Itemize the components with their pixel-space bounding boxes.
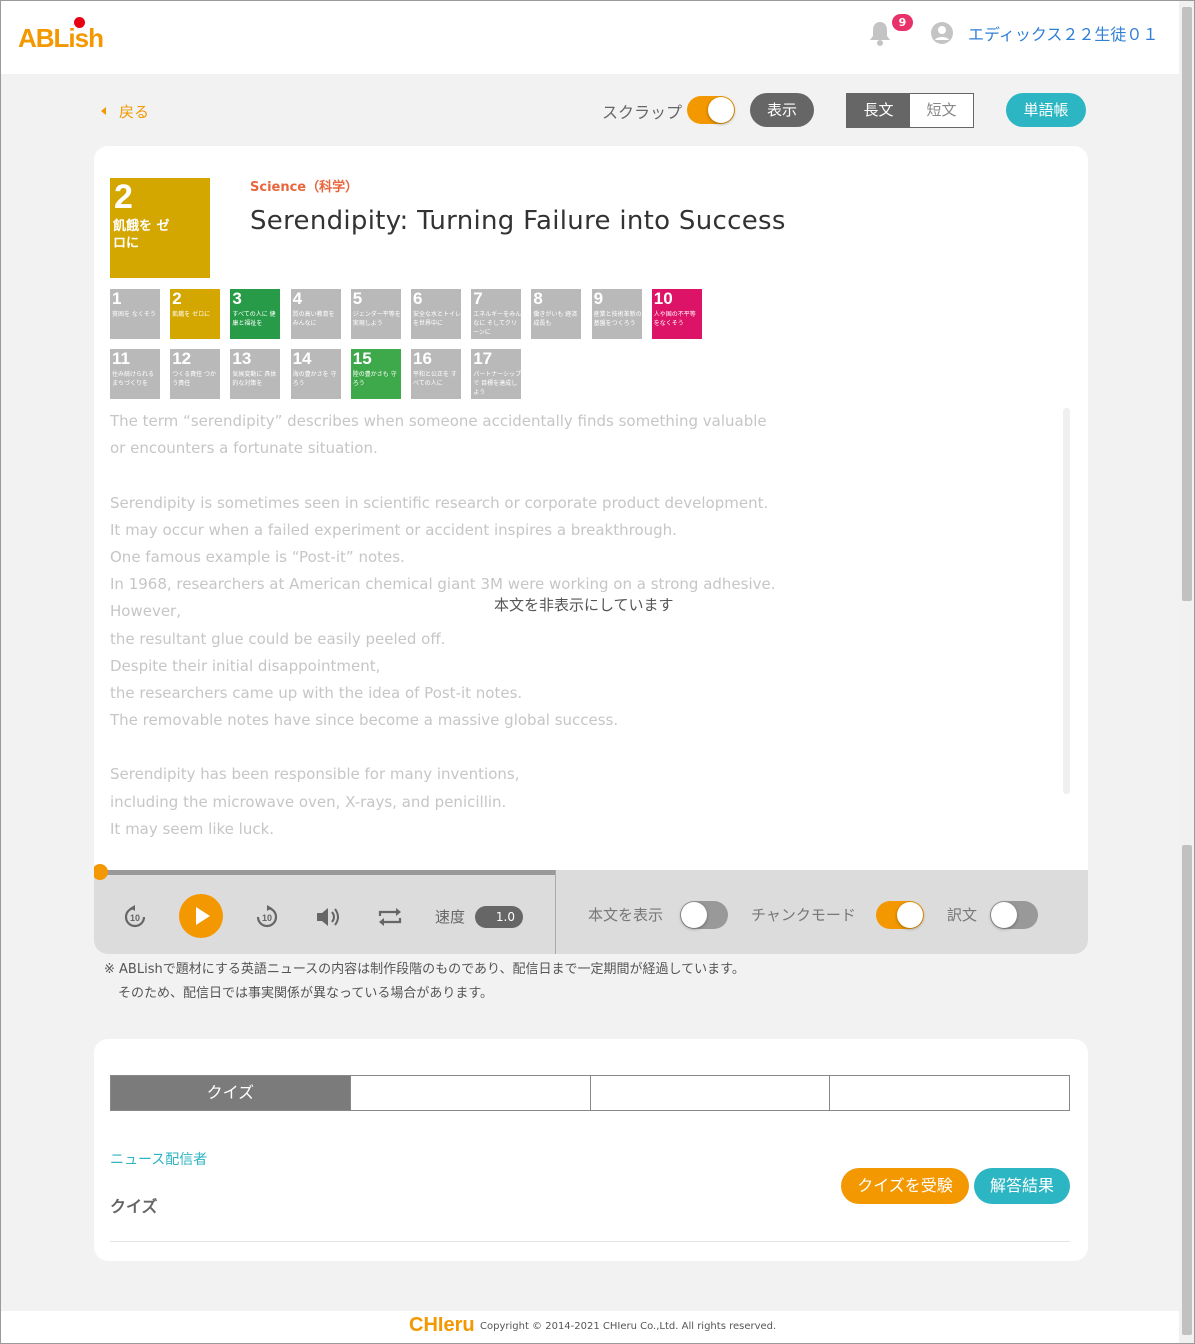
- divider: [110, 1241, 1070, 1242]
- page-scrollbar[interactable]: [1179, 1, 1194, 1343]
- long-text-tab[interactable]: 長文: [847, 94, 910, 127]
- article-scrollbar[interactable]: [1063, 408, 1070, 794]
- chieru-logo: CHIeru: [409, 1314, 475, 1336]
- tab-empty[interactable]: [830, 1076, 1069, 1110]
- sdg-tile-3: 3 すべての人に 健康と福祉を: [230, 289, 281, 339]
- notice-text: ※ ABLishで題材にする英語ニュースの内容は制作段階のものであり、配信日まで…: [104, 962, 745, 1001]
- body-line: the resultant glue could be easily peele…: [110, 629, 446, 648]
- header: ABLish 9 エディックス２２生徒０１: [1, 1, 1179, 74]
- speed-selector[interactable]: 1.0: [475, 906, 523, 928]
- tab-empty[interactable]: [351, 1076, 591, 1110]
- translation-label: 訳文: [947, 906, 978, 924]
- speed-label: 速度: [435, 908, 466, 926]
- body-line: [110, 734, 830, 761]
- svg-text:10: 10: [130, 913, 140, 923]
- sdg-tile-15: 15 陸の豊かさも 守ろう: [350, 349, 401, 399]
- ablish-logo[interactable]: ABLish: [18, 17, 104, 54]
- footer: CHIeru Copyright © 2014-2021 CHIeru Co.,…: [1, 1311, 1179, 1343]
- body-line: the researchers came up with the idea of…: [110, 683, 523, 702]
- user-name-link[interactable]: エディックス２２生徒０１: [968, 21, 1158, 45]
- repeat-icon[interactable]: [376, 904, 404, 930]
- audio-player: 10 10 速度 1.0 本文を表示 チャンクモード 訳文: [94, 864, 1088, 954]
- body-line: In 1968, researchers at American chemica…: [110, 575, 776, 594]
- sdg-main-icon: 2 飢餓を ゼロに: [110, 178, 210, 278]
- body-line: However,: [110, 602, 181, 621]
- show-text-toggle[interactable]: [680, 901, 728, 929]
- article-category: Science（科学）: [250, 180, 359, 195]
- vocab-button[interactable]: 単語帳: [1006, 93, 1086, 127]
- sdg-tile-14: 14 海の豊かさを 守ろう: [290, 349, 341, 399]
- body-line: It may seem like luck.: [110, 819, 275, 838]
- scrap-toggle[interactable]: [687, 96, 735, 124]
- quiz-heading: クイズ: [110, 1197, 158, 1216]
- quiz-card: クイズ ニュース配信者 クイズ クイズを受験 解答結果: [94, 1039, 1088, 1261]
- bell-icon[interactable]: [867, 19, 893, 47]
- sdg-tile-12: 12 つくる責任 つかう責任: [170, 349, 221, 399]
- show-text-label: 本文を表示: [588, 906, 664, 924]
- sdg-tile-17: 17 パートナーシップで 目標を達成しよう: [471, 349, 522, 399]
- body-line: The term “serendipity” describes when so…: [110, 412, 767, 430]
- svg-text:10: 10: [262, 913, 272, 923]
- news-publisher-link[interactable]: ニュース配信者: [110, 1149, 207, 1169]
- back-link[interactable]: 戻る: [101, 101, 149, 122]
- sdg-tile-10: 10 人や国の不平等 をなくそう: [651, 289, 702, 339]
- notification-badge: 9: [892, 14, 913, 31]
- scrollbar-thumb[interactable]: [1182, 845, 1192, 1335]
- article-title: Serendipity: Turning Failure into Succes…: [250, 206, 786, 236]
- translation-toggle[interactable]: [990, 901, 1038, 929]
- app-window: ABLish 9 エディックス２２生徒０１ 戻る スクラップ 表示 長文 短文 …: [0, 0, 1195, 1344]
- forward-10-icon[interactable]: 10: [254, 904, 280, 930]
- sdg-tile-8: 8 働きがいも 経済成長も: [531, 289, 582, 339]
- article-body: The term “serendipity” describes when so…: [110, 408, 830, 843]
- body-line: Despite their initial disappointment,: [110, 656, 381, 675]
- quiz-tabs: クイズ: [110, 1075, 1070, 1111]
- quiz-result-button[interactable]: 解答結果: [974, 1168, 1070, 1204]
- short-text-tab[interactable]: 短文: [910, 94, 973, 127]
- body-line: or encounters a fortunate situation.: [110, 439, 378, 458]
- sdg-tile-4: 4 質の高い教育を みんなに: [290, 289, 341, 339]
- volume-icon[interactable]: [314, 904, 342, 930]
- body-line: The removable notes have since become a …: [110, 711, 619, 730]
- body-line: Serendipity is sometimes seen in scienti…: [110, 493, 769, 512]
- logo-dot-icon: [74, 17, 85, 28]
- sdg-tile-13: 13 気候変動に 具体的な対策を: [230, 349, 281, 399]
- article-card: 2 飢餓を ゼロに Science（科学） Serendipity: Turni…: [94, 146, 1088, 954]
- body-line: [110, 462, 830, 489]
- body-line: One famous example is “Post-it” notes.: [110, 547, 405, 566]
- copyright-text: Copyright © 2014-2021 CHIeru Co.,Ltd. Al…: [480, 1321, 777, 1332]
- scrollbar-thumb[interactable]: [1182, 7, 1192, 601]
- play-icon: [196, 907, 210, 925]
- play-button[interactable]: [179, 894, 223, 938]
- sdg-tile-6: 6 安全な水とトイレ を世界中に: [411, 289, 461, 339]
- sdg-tile-11: 11 住み続けられる まちづくりを: [110, 349, 160, 399]
- body-line: Serendipity has been responsible for man…: [110, 765, 520, 784]
- sdg-tile-16: 16 平和と公正を すべての人に: [411, 349, 461, 399]
- tab-empty[interactable]: [591, 1076, 831, 1110]
- take-quiz-button[interactable]: クイズを受験: [841, 1168, 969, 1204]
- audio-progress-bar[interactable]: [94, 870, 556, 875]
- chunk-mode-label: チャンクモード: [751, 906, 856, 924]
- tab-quiz[interactable]: クイズ: [111, 1076, 351, 1110]
- text-length-switch: 長文 短文: [846, 93, 974, 128]
- player-divider: [555, 870, 556, 954]
- user-avatar-icon[interactable]: [930, 21, 954, 45]
- chunk-mode-toggle[interactable]: [876, 901, 924, 929]
- hidden-text-message: 本文を非表示にしています: [494, 596, 674, 614]
- body-line: It may occur when a failed experiment or…: [110, 520, 677, 539]
- body-line: including the microwave oven, X-rays, an…: [110, 792, 507, 811]
- show-button[interactable]: 表示: [750, 93, 814, 127]
- sdg-tile-1: 1 貧困を なくそう: [110, 289, 160, 339]
- sdg-tile-9: 9 産業と技術革新の 基盤をつくろう: [591, 289, 642, 339]
- rewind-10-icon[interactable]: 10: [122, 904, 148, 930]
- sdg-tile-5: 5 ジェンダー平等を 実現しよう: [350, 289, 401, 339]
- scrap-label: スクラップ: [602, 103, 683, 122]
- sdg-tile-7: 7 エネルギーをみんなに そしてクリーンに: [471, 289, 522, 339]
- audio-progress-knob[interactable]: [94, 864, 108, 880]
- sdg-tile-2: 2 飢餓を ゼロに: [170, 289, 221, 339]
- chevron-left-icon: [101, 106, 106, 115]
